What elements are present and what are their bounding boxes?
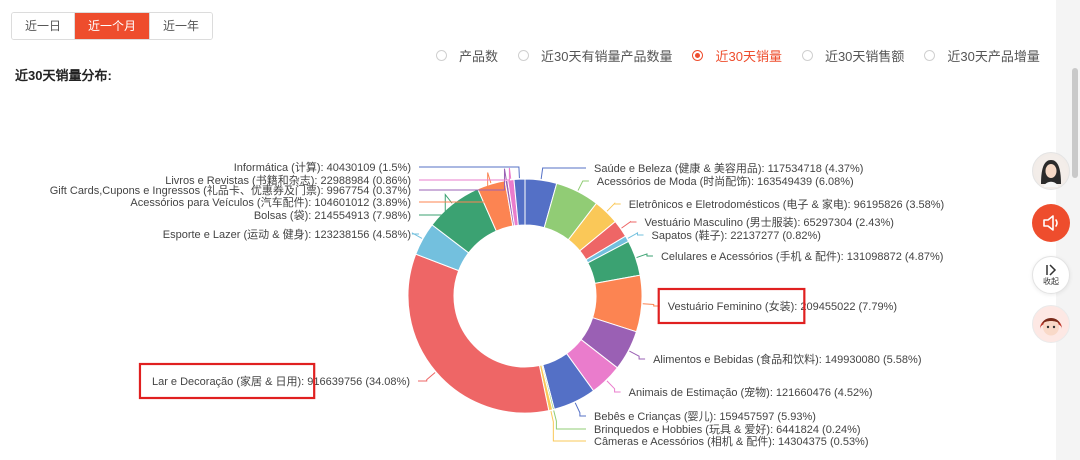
collapse-label: 收起 [1043, 277, 1059, 286]
label-alimentos-e-bebidas: Alimentos e Bebidas (食品和饮料): 149930080 (… [653, 352, 921, 366]
label-bolsas: Bolsas (袋): 214554913 (7.98%) [254, 208, 411, 222]
leader-saude-e-beleza [540, 167, 586, 180]
label-eletronicos-e-eletrodomesticos: Eletrônicos e Eletrodomésticos (电子 & 家电)… [629, 197, 944, 211]
label-cameras-e-acessorios: Câmeras e Acessórios (相机 & 配件): 14304375… [594, 434, 869, 448]
label-livros-e-revistas: Livros e Revistas (书籍和杂志): 22988984 (0.8… [165, 173, 411, 187]
cartoon-avatar-icon [1035, 308, 1067, 340]
leader-eletronicos-e-eletrodomesticos [606, 202, 621, 212]
label-celulares-e-acessorios: Celulares e Acessórios (手机 & 配件): 131098… [661, 249, 943, 263]
leader-alimentos-e-bebidas [629, 350, 646, 360]
slice-lar-e-decoracao[interactable] [407, 253, 550, 414]
label-saude-e-beleza: Saúde e Beleza (健康 & 美容用品): 117534718 (4… [594, 161, 863, 175]
sales-donut-chart: Saúde e Beleza (健康 & 美容用品): 117534718 (4… [50, 160, 944, 448]
label-sapatos: Sapatos (鞋子): 22137277 (0.82%) [652, 228, 821, 242]
speaker-button[interactable] [1032, 204, 1070, 242]
label-acessorios-de-moda: Acessórios de Moda (时尚配饰): 163549439 (6.… [597, 174, 854, 188]
label-lar-e-decoracao: Lar e Decoração (家居 & 日用): 916639756 (34… [152, 374, 410, 388]
label-vestuario-feminino: Vestuário Feminino (女装): 209455022 (7.79… [668, 299, 897, 313]
label-esporte-e-lazer: Esporte e Lazer (运动 & 健身): 123238156 (4.… [163, 227, 411, 241]
label-animais-de-estimacao: Animais de Estimação (宠物): 121660476 (4.… [629, 385, 873, 399]
scrollbar-thumb[interactable] [1072, 68, 1078, 178]
leader-celulares-e-acessorios [636, 253, 653, 259]
leader-livros-e-revistas [419, 167, 512, 181]
collapse-button[interactable]: 收起 [1032, 256, 1070, 294]
woman-avatar-icon [1035, 155, 1067, 187]
leader-brinquedos-e-hobbies [553, 410, 586, 430]
label-informatica: Informática (计算): 40430109 (1.5%) [234, 160, 411, 174]
leader-vestuario-masculino [621, 220, 637, 229]
speaker-icon [1043, 215, 1058, 231]
collapse-icon [1046, 264, 1057, 276]
label-acessorios-para-veiculos: Acessórios para Veículos (汽车配件): 1046010… [130, 195, 411, 209]
assistant-avatar[interactable] [1032, 152, 1070, 190]
label-brinquedos-e-hobbies: Brinquedos e Hobbies (玩具 & 爱好): 6441824 … [594, 422, 861, 436]
leader-acessorios-de-moda [577, 180, 589, 191]
label-vestuario-masculino: Vestuário Masculino (男士服装): 65297304 (2.… [645, 216, 894, 229]
leader-sapatos [627, 232, 644, 239]
support-avatar[interactable] [1032, 305, 1070, 343]
leader-vestuario-feminino [642, 303, 660, 307]
label-bebes-e-criancas: Bebês e Crianças (婴儿): 159457597 (5.93%) [594, 410, 816, 423]
leader-esporte-e-lazer [411, 232, 423, 239]
leader-bebes-e-criancas [574, 402, 586, 417]
leader-animais-de-estimacao [606, 380, 621, 393]
leader-lar-e-decoracao [418, 372, 436, 382]
